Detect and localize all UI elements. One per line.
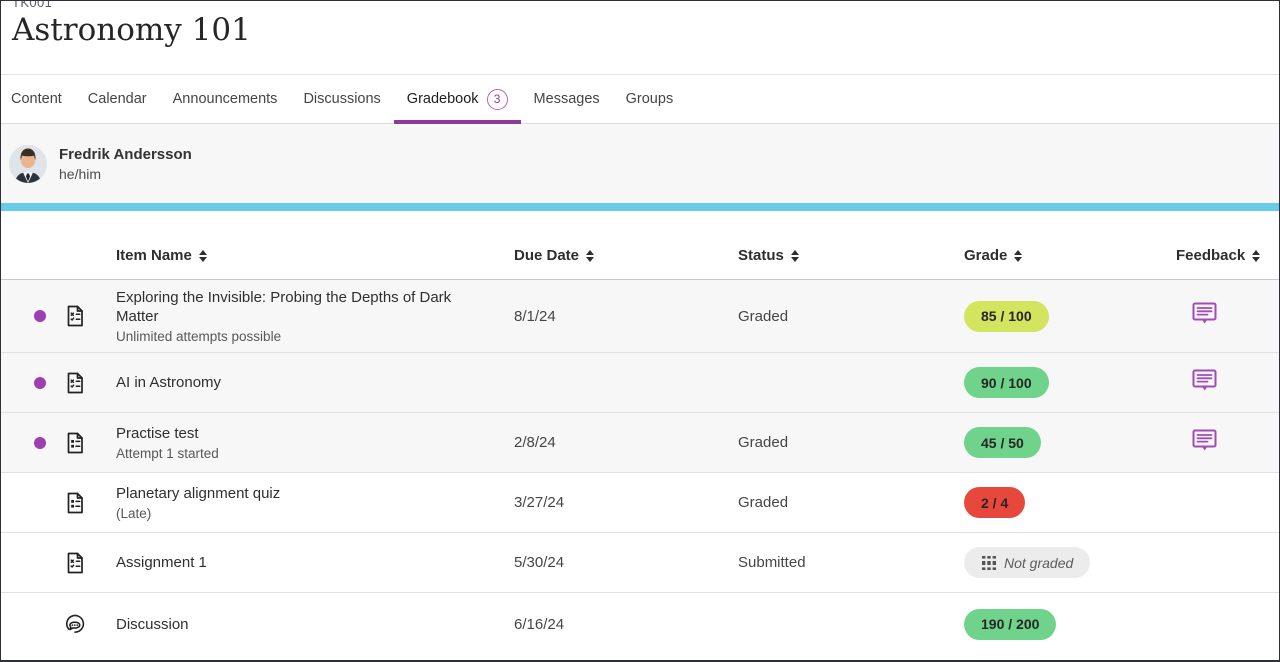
grade-value: 190 / 200 [981,616,1039,632]
grade-pill[interactable]: 45 / 50 [964,427,1041,458]
tab-messages[interactable]: Messages [521,75,613,123]
column-header-feedback[interactable]: Feedback [1176,247,1279,264]
due-date: 5/30/24 [514,554,738,571]
grade-pill[interactable]: 90 / 100 [964,367,1049,398]
sort-icon [199,250,207,262]
column-header-label: Due Date [514,247,579,264]
sort-icon [1252,250,1260,262]
grade-pill[interactable]: Not graded [964,547,1090,578]
table-row[interactable]: Assignment 1 5/30/24 Submitted Not grade… [1,533,1279,593]
item-name[interactable]: Exploring the Invisible: Probing the Dep… [116,288,514,326]
due-date: 6/16/24 [514,616,738,633]
tab-gradebook[interactable]: Gradebook 3 [394,75,521,123]
rubric-grid-icon [981,555,997,571]
column-header-due-date[interactable]: Due Date [514,247,738,264]
grade-value: 45 / 50 [981,435,1024,451]
item-name[interactable]: Assignment 1 [116,553,514,572]
table-row[interactable]: Exploring the Invisible: Probing the Dep… [1,280,1279,353]
tab-content[interactable]: Content [1,75,75,123]
item-subtext: Attempt 1 started [116,446,514,461]
quiz-icon [63,431,87,455]
status-text: Graded [738,434,964,451]
feedback-comment-icon[interactable] [1191,367,1218,394]
tab-calendar[interactable]: Calendar [75,75,160,123]
table-row[interactable]: AI in Astronomy 90 / 100 [1,353,1279,413]
tab-label: Discussions [303,91,380,107]
status-text: Graded [738,308,964,325]
sort-icon [791,250,799,262]
column-header-status[interactable]: Status [738,247,964,264]
new-activity-dot [34,377,46,389]
table-row[interactable]: Practise test Attempt 1 started 2/8/24 G… [1,413,1279,473]
discussion-icon [63,612,87,636]
status-text: Submitted [738,554,964,571]
tab-groups[interactable]: Groups [613,75,687,123]
item-name[interactable]: AI in Astronomy [116,373,514,392]
grade-pill[interactable]: 190 / 200 [964,609,1056,640]
student-info: Fredrik Andersson he/him [59,146,192,182]
column-header-label: Status [738,247,784,264]
tab-label: Calendar [88,91,147,107]
grade-value: 2 / 4 [981,495,1008,511]
item-name[interactable]: Discussion [116,615,514,634]
item-subtext: Unlimited attempts possible [116,329,514,344]
grade-value: 85 / 100 [981,308,1032,324]
tab-discussions[interactable]: Discussions [290,75,393,123]
sort-icon [586,250,594,262]
tab-label: Content [11,91,62,107]
column-header-label: Item Name [116,247,192,264]
test-icon [63,371,87,395]
student-pronouns: he/him [59,166,192,182]
page-title: Astronomy 101 [12,13,1279,49]
course-window: TK001 Astronomy 101 Content Calendar Ann… [0,0,1280,662]
course-header: TK001 Astronomy 101 [1,1,1279,75]
gradebook-table: Item Name Due Date Status Grade Feedback [1,211,1279,655]
feedback-comment-icon[interactable] [1191,300,1218,327]
grade-pill[interactable]: 2 / 4 [964,487,1025,518]
tab-label: Groups [626,91,674,107]
gradebook-table-header: Item Name Due Date Status Grade Feedback [1,211,1279,280]
tab-label: Announcements [173,91,278,107]
accent-divider-bar [1,203,1279,211]
status-text: Graded [738,494,964,511]
new-activity-dot [34,437,46,449]
gradebook-count-badge: 3 [487,89,508,110]
tab-label: Gradebook [407,91,479,107]
test-icon [63,551,87,575]
test-icon [63,304,87,328]
item-name[interactable]: Practise test [116,424,514,443]
course-tabbar: Content Calendar Announcements Discussio… [1,75,1279,124]
column-header-label: Grade [964,247,1007,264]
tab-announcements[interactable]: Announcements [160,75,291,123]
grade-value: 90 / 100 [981,375,1032,391]
student-row[interactable]: Fredrik Andersson he/him [1,124,1279,203]
quiz-icon [63,491,87,515]
grade-value: Not graded [1004,555,1073,571]
new-activity-dot [34,310,46,322]
item-subtext: (Late) [116,506,514,521]
tab-label: Messages [534,91,600,107]
grade-pill[interactable]: 85 / 100 [964,301,1049,332]
item-name[interactable]: Planetary alignment quiz [116,484,514,503]
column-header-label: Feedback [1176,247,1245,264]
column-header-grade[interactable]: Grade [964,247,1176,264]
due-date: 8/1/24 [514,308,738,325]
table-row[interactable]: Discussion 6/16/24 190 / 200 [1,593,1279,655]
table-row[interactable]: Planetary alignment quiz (Late) 3/27/24 … [1,473,1279,533]
feedback-comment-icon[interactable] [1191,427,1218,454]
column-header-item-name[interactable]: Item Name [116,247,514,264]
student-name: Fredrik Andersson [59,146,192,163]
course-code: TK001 [12,1,1279,10]
gradebook-rows: Exploring the Invisible: Probing the Dep… [1,280,1279,655]
sort-icon [1014,250,1022,262]
avatar [9,145,47,183]
due-date: 2/8/24 [514,434,738,451]
due-date: 3/27/24 [514,494,738,511]
